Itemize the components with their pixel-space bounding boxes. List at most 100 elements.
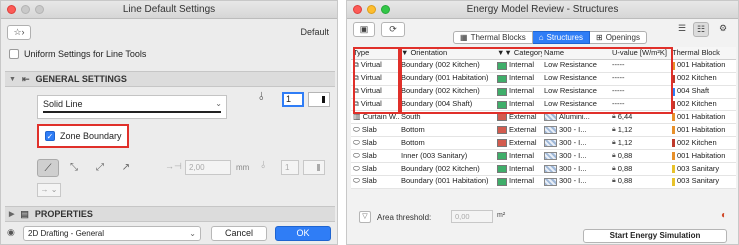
u-value: 0,88 (617, 150, 633, 160)
uniform-settings-option[interactable]: Uniform Settings for Line Tools (9, 49, 146, 59)
arrowhead-size-field[interactable]: 2,00 (185, 160, 231, 175)
layer-select[interactable]: 2D Drafting - General ⌄ (23, 226, 201, 241)
arrow-pen-field[interactable]: 1 (281, 160, 299, 175)
table-row[interactable]: ⧉ Virtual Boundary (004 Shaft) Internal Low … (351, 98, 736, 112)
layer-visibility-icon: ◉ (7, 227, 15, 237)
column-header-orientation[interactable]: ▼ Orientation (399, 47, 495, 59)
material-swatch (544, 139, 557, 148)
category-cell: Internal (495, 60, 542, 72)
favorites-button[interactable]: ☆› (7, 25, 31, 40)
name-cell: 300 - I... (542, 124, 610, 136)
table-row[interactable]: ⬭ Slab Bottom External 300 - I... 🔒︎ 1,12 002 K… (351, 137, 736, 151)
general-settings-panel: Solid Line ⌄ ⫰ 1 ✓ Zone Boundary ⟋ ⤡ ⤢ ↗… (9, 89, 331, 199)
u-value: ----- (612, 86, 625, 96)
category-value: External (509, 137, 537, 147)
review-tabs: ▦ Thermal Blocks ⌂ Structures ⊞ Openings (453, 31, 647, 45)
u-value-cell: ----- (610, 86, 670, 98)
type-value: Virtual (360, 99, 382, 109)
category-swatch (497, 126, 507, 135)
type-value: Slab (361, 150, 377, 160)
category-swatch (497, 164, 507, 173)
gear-icon[interactable]: ⚙ (713, 22, 733, 37)
filter-icon[interactable]: ▽ (359, 211, 371, 223)
chevron-down-icon: ⌄ (215, 99, 222, 108)
properties-label: PROPERTIES (34, 209, 93, 219)
plain-line-tool[interactable]: ⟋ (37, 159, 59, 177)
thermal-block-swatch (672, 61, 675, 70)
thermal-block-cell: 001 Habitation (670, 124, 736, 136)
table-row[interactable]: ⬭ Slab Boundary (002 Kitchen) Internal 300 -… (351, 163, 736, 176)
chevron-down-icon: ⌄ (189, 229, 196, 238)
table-row[interactable]: ⬭ Slab Boundary (001 Habitation) Internal 30… (351, 175, 736, 189)
category-swatch (497, 61, 507, 70)
orientation-cell: Boundary (002 Kitchen) (401, 86, 480, 96)
ok-button[interactable]: OK (275, 226, 331, 241)
tab-label: Openings (605, 33, 640, 42)
column-header-category[interactable]: ▼▼ Category (495, 47, 542, 59)
column-header-name[interactable]: Name (542, 47, 610, 59)
thermal-block-cell: 003 Sanitary (670, 163, 736, 175)
type-cell: ⧉ Virtual (351, 73, 399, 85)
thermal-block-icon: ▦ (460, 33, 468, 42)
thermal-block-cell: 002 Kitchen (670, 99, 736, 111)
list-view-icon[interactable]: ☰ (675, 22, 689, 37)
report-icon[interactable]: ◐ (716, 210, 732, 224)
tab-openings[interactable]: ⊞ Openings (590, 31, 647, 44)
table-row[interactable]: ⬭ Slab Inner (003 Sanitary) Internal 300 - I… (351, 150, 736, 164)
layer-value: 2D Drafting - General (28, 229, 105, 238)
category-value: Internal (509, 150, 535, 160)
name-value: 300 - I... (559, 124, 587, 134)
cancel-button[interactable]: Cancel (211, 226, 267, 241)
model-view-button[interactable]: ▣ (353, 22, 375, 37)
uniform-settings-checkbox[interactable] (9, 49, 19, 59)
u-value: ----- (612, 99, 625, 109)
arrow-direction-select[interactable]: → ⌄ (37, 183, 61, 197)
name-cell: Alumini... (542, 111, 610, 123)
table-row[interactable]: ⧉ Virtual Boundary (002 Kitchen) Internal Lo… (351, 59, 736, 73)
zone-boundary-option[interactable]: ✓ Zone Boundary (45, 131, 122, 141)
structure-type-icon: ⧉ (353, 86, 359, 96)
thermal-block-cell: 002 Kitchen (670, 137, 736, 149)
uniform-settings-label: Uniform Settings for Line Tools (24, 49, 147, 59)
line-type-select[interactable]: Solid Line ⌄ (37, 95, 227, 119)
lock-icon: 🔒︎ (612, 177, 616, 185)
category-cell: Internal (495, 86, 542, 98)
structure-type-icon: ⧉ (353, 99, 359, 109)
general-settings-header[interactable]: ▼ ⇤ GENERAL SETTINGS (5, 71, 335, 87)
column-header-type[interactable]: Type (351, 47, 399, 59)
pen-color-swatch[interactable] (308, 92, 330, 107)
structures-table: Type ▼ Orientation ▼▼ Category Name U-valu… (351, 47, 736, 189)
arrow-end-tool[interactable]: ⤢ (89, 159, 111, 177)
u-value-cell: ----- (610, 60, 670, 72)
name-cell: Low Resistance (542, 60, 610, 72)
column-header-thermal-block[interactable]: Thermal Block (670, 47, 736, 59)
grid-view-icon[interactable]: ☷ (693, 22, 709, 37)
u-value-cell: ----- (610, 73, 670, 85)
table-row[interactable]: ⧉ Virtual Boundary (001 Habitation) Interna… (351, 72, 736, 86)
table-row[interactable]: ⧉ Virtual Boundary (002 Kitchen) Internal Lo… (351, 85, 736, 99)
area-threshold-field[interactable]: 0,00 (451, 210, 493, 223)
double-arrow-tool[interactable]: ↗ (115, 159, 137, 177)
thermal-block-swatch (672, 113, 675, 122)
thermal-block-swatch (672, 74, 675, 83)
pen-number-field[interactable]: 1 (282, 92, 304, 107)
arrow-start-tool[interactable]: ⤡ (63, 159, 85, 177)
zone-boundary-checkbox[interactable]: ✓ (45, 131, 55, 141)
category-swatch (497, 74, 507, 83)
lock-icon: 🔒︎ (612, 112, 616, 120)
column-header-u-value[interactable]: U-value [W/m²K] (610, 47, 670, 59)
start-energy-simulation-button[interactable]: Start Energy Simulation (583, 229, 727, 243)
u-value: 1,12 (617, 124, 633, 134)
refresh-button[interactable]: ⟳ (381, 22, 405, 37)
tab-thermal-blocks[interactable]: ▦ Thermal Blocks (453, 31, 533, 44)
properties-header[interactable]: ▶ ▤ PROPERTIES (5, 206, 335, 222)
structure-type-icon: ⬭ (353, 137, 360, 147)
table-row[interactable]: ▥ Curtain W... South External Alumini... 🔒︎ 6,… (351, 111, 736, 125)
table-row[interactable]: ⬭ Slab Bottom External 300 - I... 🔒︎ 1,12 001 H… (351, 124, 736, 138)
orientation-cell: Inner (003 Sanitary) (401, 150, 468, 160)
name-value: 300 - I... (559, 150, 587, 160)
type-cell: ⬭ Slab (351, 137, 399, 149)
arrow-color-swatch[interactable] (303, 160, 325, 175)
tab-structures[interactable]: ⌂ Structures (532, 31, 590, 44)
thermal-block-value: 001 Habitation (677, 111, 726, 121)
